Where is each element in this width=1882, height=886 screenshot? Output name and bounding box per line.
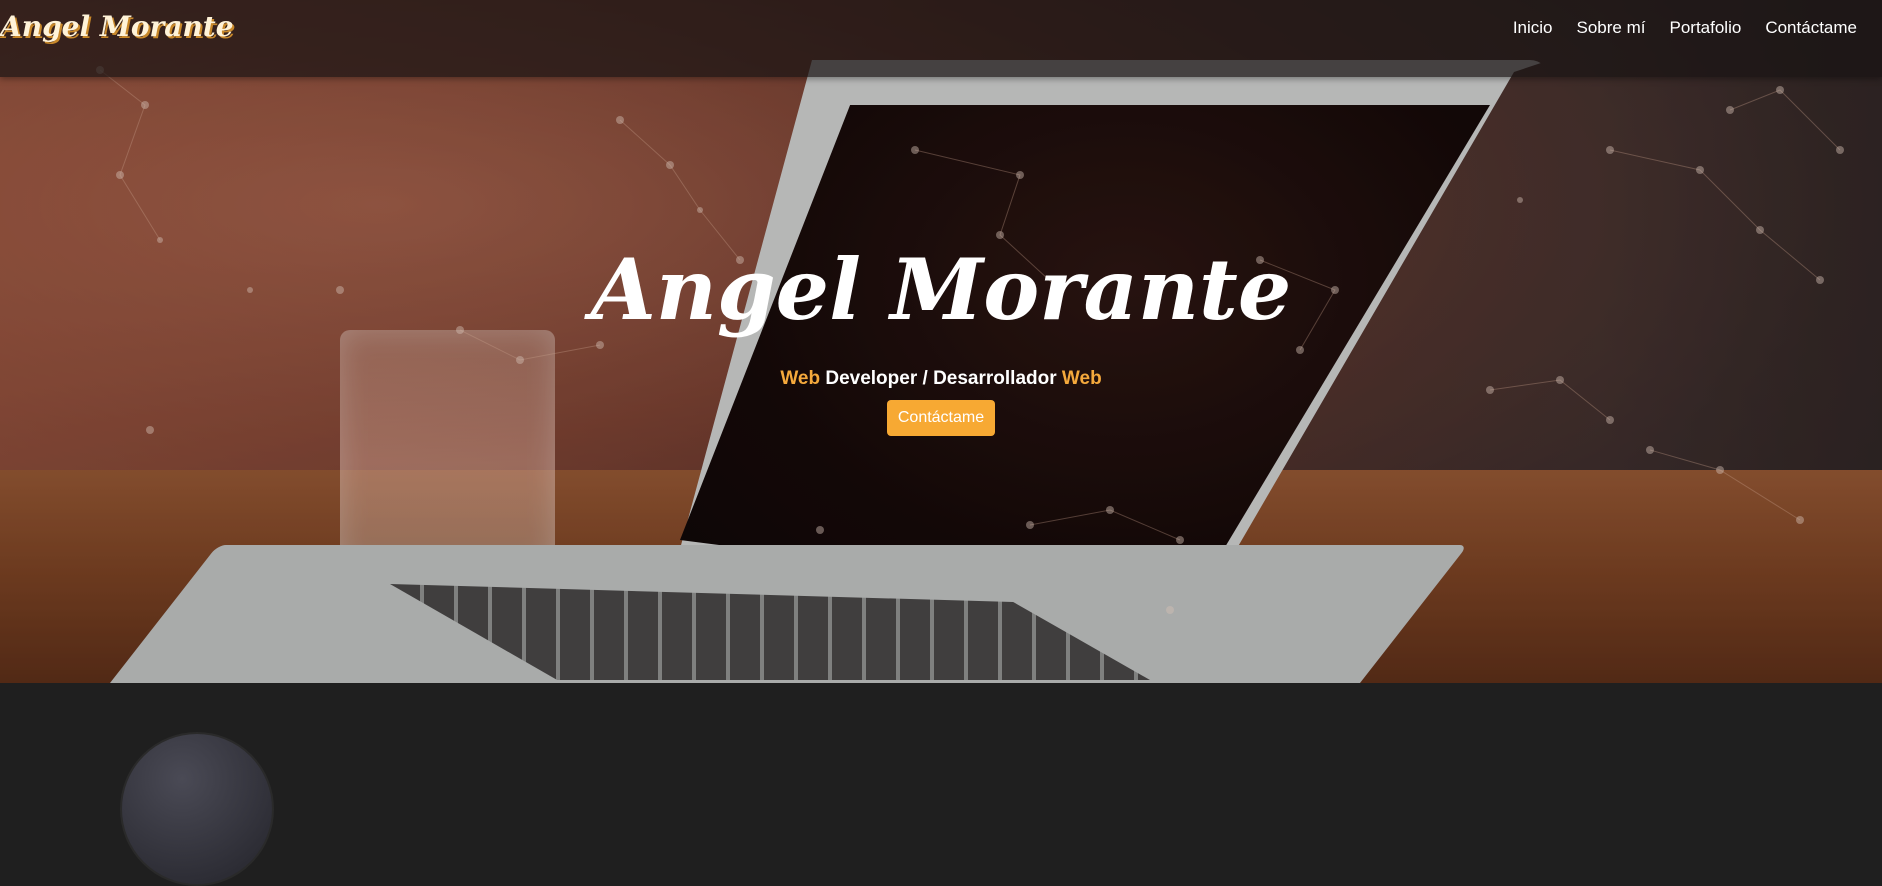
contact-button[interactable]: Contáctame: [886, 400, 996, 436]
nav-menu: Inicio Sobre mí Portafolio Contáctame: [1513, 18, 1857, 38]
about-section: [0, 683, 1882, 747]
brand-logo[interactable]: Angel Morante: [0, 10, 234, 43]
hero-subtitle: Web Developer / Desarrollador Web: [0, 368, 1882, 390]
subtitle-accent-web-2: Web: [1061, 368, 1102, 389]
top-navbar: Angel Morante Inicio Sobre mí Portafolio…: [0, 0, 1882, 77]
nav-item-contactame[interactable]: Contáctame: [1765, 18, 1857, 38]
subtitle-middle: Developer / Desarrollador: [820, 368, 1062, 389]
nav-item-inicio[interactable]: Inicio: [1513, 18, 1553, 38]
avatar: [120, 732, 274, 886]
hero-content: Angel Morante Web Developer / Desarrolla…: [0, 240, 1882, 436]
nav-item-portafolio[interactable]: Portafolio: [1670, 18, 1742, 38]
subtitle-accent-web-1: Web: [780, 368, 821, 389]
nav-item-sobre-mi[interactable]: Sobre mí: [1577, 18, 1646, 38]
hero-title: Angel Morante: [590, 240, 1292, 339]
